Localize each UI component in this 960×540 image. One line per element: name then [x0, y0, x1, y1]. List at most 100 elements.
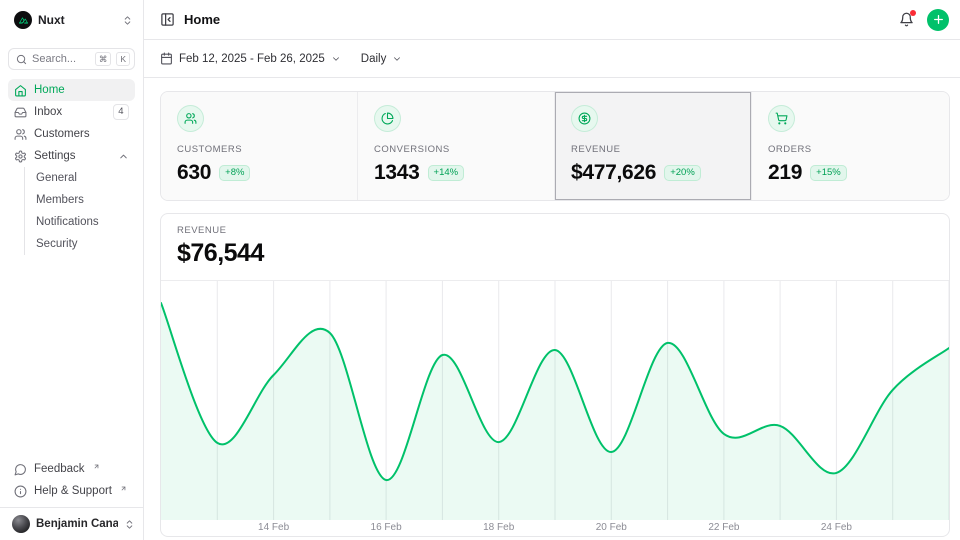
chart-current-value: $76,544: [177, 239, 933, 268]
stat-value: 1343: [374, 161, 420, 185]
dollar-circle-icon: [571, 105, 598, 132]
users-icon: [177, 105, 204, 132]
stat-label: ORDERS: [768, 144, 812, 155]
stat-label: CONVERSIONS: [374, 144, 450, 155]
message-icon: [14, 463, 27, 476]
chevrons-up-down-icon: [122, 15, 133, 26]
stat-delta-badge: +8%: [219, 165, 250, 181]
date-range-picker[interactable]: Feb 12, 2025 - Feb 26, 2025: [160, 52, 341, 65]
help-support-link[interactable]: Help & Support: [8, 480, 135, 502]
x-tick-label: 24 Feb: [821, 522, 852, 533]
chevron-up-icon: [118, 151, 129, 162]
submenu-label: Members: [36, 194, 84, 206]
footer-link-label: Feedback: [34, 463, 85, 475]
user-name: Benjamin Canac: [36, 518, 118, 530]
feedback-link[interactable]: Feedback: [8, 458, 135, 480]
submenu-label: Security: [36, 238, 78, 250]
info-icon: [14, 485, 27, 498]
period-value: Daily: [361, 53, 387, 65]
add-button[interactable]: [927, 9, 949, 31]
revenue-chart-svg: [161, 281, 949, 520]
x-tick-label: 16 Feb: [371, 522, 402, 533]
stat-orders[interactable]: ORDERS 219 +15%: [752, 92, 949, 200]
submenu-label: General: [36, 172, 77, 184]
gear-icon: [14, 150, 27, 163]
notification-dot: [910, 10, 916, 16]
calendar-icon: [160, 52, 173, 65]
sidebar: Nuxt Search... ⌘ K Home: [0, 0, 144, 540]
search-input[interactable]: Search... ⌘ K: [8, 48, 135, 70]
main-area: Home Feb 12, 2025 - Feb 26, 2025: [144, 0, 960, 540]
home-icon: [14, 84, 27, 97]
search-icon: [16, 54, 27, 65]
sidebar-footer: Feedback Help & Support: [0, 458, 143, 507]
topbar-actions: [899, 9, 949, 31]
stats-row: CUSTOMERS 630 +8% CONVERSIONS 1343 +14%: [160, 91, 950, 201]
chart-header: REVENUE $76,544: [161, 214, 949, 281]
chart-kicker: REVENUE: [177, 225, 933, 236]
sidebar-item-settings[interactable]: Settings: [8, 145, 135, 167]
nuxt-logo-icon: [14, 11, 32, 29]
user-avatar: [12, 515, 30, 533]
stat-revenue[interactable]: REVENUE $477,626 +20%: [555, 92, 752, 200]
sidebar-item-security[interactable]: Security: [25, 233, 135, 255]
filter-toolbar: Feb 12, 2025 - Feb 26, 2025 Daily: [144, 40, 960, 78]
submenu-label: Notifications: [36, 216, 99, 228]
x-tick-label: 18 Feb: [483, 522, 514, 533]
chart-x-axis: 14 Feb 16 Feb 18 Feb 20 Feb 22 Feb 24 Feb: [161, 520, 949, 536]
inbox-count-badge: 4: [113, 104, 129, 119]
sidebar-item-members[interactable]: Members: [25, 189, 135, 211]
stat-delta-badge: +14%: [428, 165, 465, 181]
content: CUSTOMERS 630 +8% CONVERSIONS 1343 +14%: [144, 78, 960, 537]
x-tick-label: 14 Feb: [258, 522, 289, 533]
sidebar-item-label: Settings: [34, 150, 76, 162]
sidebar-item-label: Inbox: [34, 106, 62, 118]
sidebar-item-customers[interactable]: Customers: [8, 123, 135, 145]
sidebar-item-home[interactable]: Home: [8, 79, 135, 101]
settings-submenu: General Members Notifications Security: [24, 167, 135, 255]
stat-delta-badge: +15%: [810, 165, 847, 181]
user-menu[interactable]: Benjamin Canac: [0, 507, 143, 540]
notifications-button[interactable]: [899, 12, 914, 27]
dashboard-app: Nuxt Search... ⌘ K Home: [0, 0, 960, 540]
cart-icon: [768, 105, 795, 132]
search-placeholder: Search...: [32, 53, 90, 65]
sidebar-item-label: Home: [34, 84, 65, 96]
stat-value: 219: [768, 161, 802, 185]
stat-label: REVENUE: [571, 144, 620, 155]
inbox-icon: [14, 106, 27, 119]
sidebar-item-general[interactable]: General: [25, 167, 135, 189]
revenue-area-chart[interactable]: [161, 281, 949, 520]
period-select[interactable]: Daily: [361, 53, 403, 65]
revenue-chart-card: REVENUE $76,544 14 Feb 16 Feb 18 Feb 20 Feb…: [160, 213, 950, 537]
sidebar-item-inbox[interactable]: Inbox 4: [8, 101, 135, 123]
chevrons-up-down-icon: [124, 519, 135, 530]
topbar: Home: [144, 0, 960, 40]
team-name: Nuxt: [38, 13, 65, 27]
chevron-down-icon: [392, 54, 402, 64]
arrow-up-right-icon: [93, 463, 100, 470]
sidebar-item-label: Customers: [34, 128, 90, 140]
stat-delta-badge: +20%: [664, 165, 701, 181]
date-range-value: Feb 12, 2025 - Feb 26, 2025: [179, 53, 325, 65]
collapse-sidebar-button[interactable]: [160, 12, 175, 27]
stat-value: $477,626: [571, 161, 656, 185]
team-switcher[interactable]: Nuxt: [0, 0, 143, 40]
kbd-key: K: [116, 52, 130, 67]
chevron-down-icon: [331, 54, 341, 64]
sidebar-item-notifications[interactable]: Notifications: [25, 211, 135, 233]
stat-value: 630: [177, 161, 211, 185]
kbd-meta: ⌘: [95, 52, 112, 67]
users-icon: [14, 128, 27, 141]
x-tick-label: 20 Feb: [596, 522, 627, 533]
footer-link-label: Help & Support: [34, 485, 112, 497]
pie-chart-icon: [374, 105, 401, 132]
sidebar-nav: Home Inbox 4 Customers Settings: [0, 79, 143, 255]
page-title: Home: [184, 12, 220, 27]
x-tick-label: 22 Feb: [708, 522, 739, 533]
arrow-up-right-icon: [120, 485, 127, 492]
stat-conversions[interactable]: CONVERSIONS 1343 +14%: [358, 92, 555, 200]
plus-icon: [932, 13, 945, 26]
stat-customers[interactable]: CUSTOMERS 630 +8%: [161, 92, 358, 200]
stat-label: CUSTOMERS: [177, 144, 242, 155]
